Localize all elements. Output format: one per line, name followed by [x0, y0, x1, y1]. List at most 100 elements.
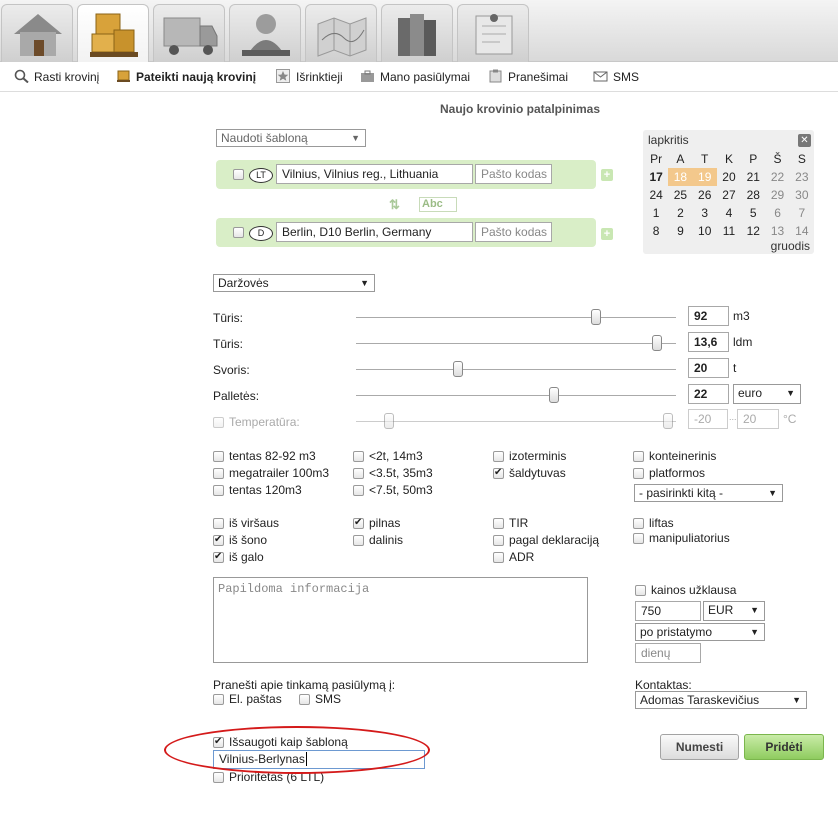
- calendar-day[interactable]: 28: [741, 186, 765, 204]
- priority-toggle[interactable]: Prioritetas (6 LTL): [213, 770, 324, 784]
- loading-option[interactable]: pagal deklaraciją: [493, 533, 599, 547]
- slider-handle[interactable]: [549, 387, 559, 403]
- cancel-button[interactable]: Numesti: [660, 734, 739, 760]
- calendar-day[interactable]: 27: [717, 186, 741, 204]
- calendar-day[interactable]: 21: [741, 168, 765, 186]
- price-amount-input[interactable]: 750: [635, 601, 701, 621]
- calendar-day[interactable]: 8: [644, 222, 668, 240]
- calendar-day[interactable]: 2: [668, 204, 692, 222]
- vehicle-option[interactable]: šaldytuvas: [493, 466, 566, 480]
- calendar-day[interactable]: 7: [790, 204, 814, 222]
- loading-option[interactable]: pilnas: [353, 516, 400, 530]
- tab-notices[interactable]: [457, 4, 529, 62]
- calendar-day[interactable]: 29: [765, 186, 789, 204]
- calendar-next-month[interactable]: gruodis: [771, 239, 810, 253]
- submit-button[interactable]: Pridėti: [744, 734, 824, 760]
- slider-handle[interactable]: [591, 309, 601, 325]
- template-name-input[interactable]: Vilnius-Berlynas: [213, 750, 425, 769]
- vehicle-option[interactable]: megatrailer 100m3: [213, 466, 329, 480]
- payment-terms-select[interactable]: po pristatymo ▼: [635, 623, 765, 641]
- calendar-day[interactable]: 24: [644, 186, 668, 204]
- tab-person[interactable]: [229, 4, 301, 62]
- vehicle-option[interactable]: <7.5t, 50m3: [353, 483, 433, 497]
- menu-notices[interactable]: Pranešimai: [488, 69, 568, 85]
- notify-sms-toggle[interactable]: SMS: [299, 692, 341, 706]
- tab-transport[interactable]: [153, 4, 225, 62]
- calendar-day[interactable]: 23: [790, 168, 814, 186]
- swap-arrows-icon[interactable]: ⇅: [389, 197, 400, 213]
- vehicle-option[interactable]: izoterminis: [493, 449, 566, 463]
- template-select[interactable]: Naudoti šabloną ▼: [216, 129, 366, 147]
- notify-email-toggle[interactable]: El. paštas: [213, 692, 282, 706]
- save-template-toggle[interactable]: Išsaugoti kaip šabloną: [213, 735, 348, 749]
- tab-home[interactable]: [1, 4, 73, 62]
- vehicle-option[interactable]: tentas 82-92 m3: [213, 449, 316, 463]
- contact-select[interactable]: Adomas Taraskevičius ▼: [635, 691, 807, 709]
- menu-sms[interactable]: SMS: [593, 69, 639, 85]
- temperature-max-handle[interactable]: [663, 413, 673, 429]
- other-vehicle-select[interactable]: - pasirinkti kitą - ▼: [634, 484, 783, 502]
- slider-handle[interactable]: [652, 335, 662, 351]
- from-country-badge[interactable]: LT: [249, 168, 273, 183]
- to-address-input[interactable]: Berlin, D10 Berlin, Germany: [276, 222, 473, 242]
- calendar-day[interactable]: 13: [765, 222, 789, 240]
- calendar-day[interactable]: 9: [668, 222, 692, 240]
- close-icon[interactable]: ✕: [798, 134, 811, 147]
- calendar-day[interactable]: 25: [668, 186, 692, 204]
- calendar-day[interactable]: 3: [693, 204, 717, 222]
- temperature-toggle[interactable]: Temperatūra:: [213, 415, 300, 429]
- calendar-day[interactable]: 11: [717, 222, 741, 240]
- from-address-input[interactable]: Vilnius, Vilnius reg., Lithuania: [276, 164, 473, 184]
- from-postcode-input[interactable]: Pašto kodas: [475, 164, 552, 184]
- slider-value-input[interactable]: 20: [688, 358, 729, 378]
- payment-days-input[interactable]: dienų: [635, 643, 701, 663]
- menu-my-offers[interactable]: Mano pasiūlymai: [360, 69, 470, 85]
- tab-cargo[interactable]: [77, 4, 149, 63]
- currency-select[interactable]: EUR ▼: [703, 601, 765, 621]
- from-checkbox[interactable]: [233, 169, 244, 180]
- tab-catalog[interactable]: [381, 4, 453, 62]
- loading-option[interactable]: ADR: [493, 550, 534, 564]
- calendar-day[interactable]: 10: [693, 222, 717, 240]
- additional-info-textarea[interactable]: [213, 577, 588, 663]
- to-country-badge[interactable]: D: [249, 226, 273, 241]
- price-request-toggle[interactable]: kainos užklausa: [635, 583, 736, 597]
- calendar-day[interactable]: 6: [765, 204, 789, 222]
- vehicle-option[interactable]: tentas 120m3: [213, 483, 302, 497]
- calendar-day[interactable]: 18: [668, 168, 693, 186]
- cargo-type-select[interactable]: Daržovės ▼: [213, 274, 375, 292]
- slider-value-input[interactable]: 13,6: [688, 332, 729, 352]
- temperature-max-input[interactable]: 20: [737, 409, 779, 429]
- calendar-day[interactable]: 22: [765, 168, 789, 186]
- calendar-day[interactable]: 5: [741, 204, 765, 222]
- abc-toggle[interactable]: Abc: [419, 197, 457, 212]
- slider-value-input[interactable]: 92: [688, 306, 729, 326]
- loading-option[interactable]: TIR: [493, 516, 528, 530]
- calendar-day[interactable]: 14: [790, 222, 814, 240]
- add-to-icon[interactable]: +: [601, 228, 613, 240]
- loading-option[interactable]: iš šono: [213, 533, 267, 547]
- calendar-day[interactable]: 1: [644, 204, 668, 222]
- calendar-day[interactable]: 26: [693, 186, 717, 204]
- menu-favorites[interactable]: Išrinktieji: [276, 69, 343, 85]
- loading-option[interactable]: manipuliatorius: [633, 531, 730, 545]
- slider-handle[interactable]: [453, 361, 463, 377]
- tab-map[interactable]: [305, 4, 377, 62]
- calendar-day[interactable]: 17: [644, 168, 668, 186]
- slider-value-input[interactable]: 22: [688, 384, 729, 404]
- to-checkbox[interactable]: [233, 227, 244, 238]
- temperature-min-input[interactable]: -20: [688, 409, 728, 429]
- calendar-day[interactable]: 19: [692, 168, 717, 186]
- loading-option[interactable]: iš galo: [213, 550, 264, 564]
- vehicle-option[interactable]: <2t, 14m3: [353, 449, 423, 463]
- loading-option[interactable]: iš viršaus: [213, 516, 279, 530]
- add-from-icon[interactable]: +: [601, 169, 613, 181]
- vehicle-option[interactable]: konteinerinis: [633, 449, 716, 463]
- vehicle-option[interactable]: platformos: [633, 466, 705, 480]
- calendar-day[interactable]: 20: [717, 168, 741, 186]
- loading-option[interactable]: liftas: [633, 516, 674, 530]
- menu-find-cargo[interactable]: Rasti krovinį: [14, 69, 99, 85]
- calendar-day[interactable]: 4: [717, 204, 741, 222]
- calendar-day[interactable]: 30: [790, 186, 814, 204]
- to-postcode-input[interactable]: Pašto kodas: [475, 222, 552, 242]
